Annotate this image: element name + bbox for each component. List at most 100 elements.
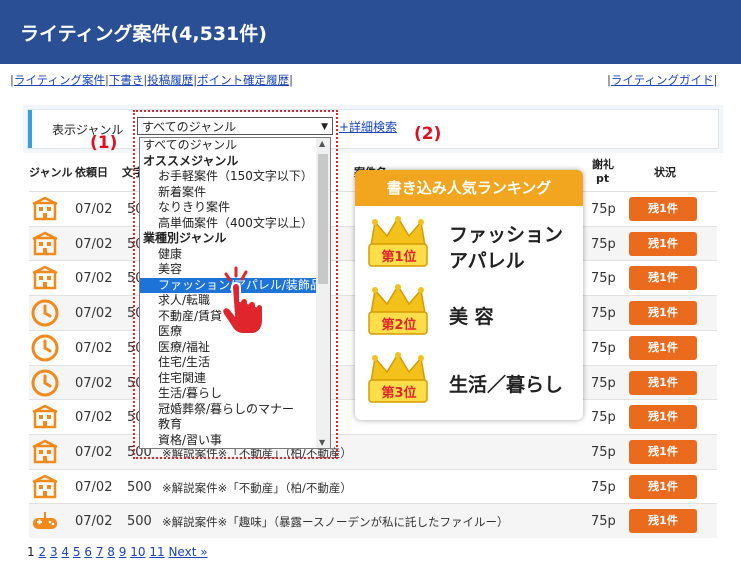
- col-genre: ジャンル: [29, 166, 73, 179]
- page-link[interactable]: 5: [73, 545, 81, 559]
- page-link[interactable]: 7: [96, 545, 104, 559]
- status-button[interactable]: 残1件: [629, 197, 697, 221]
- dropdown-option[interactable]: 住宅関連: [140, 371, 330, 387]
- row-chars: 500: [127, 514, 152, 530]
- row-title[interactable]: ※解説案件※「不動産」（柏/不動産）: [162, 480, 352, 496]
- status-button[interactable]: 残1件: [629, 266, 697, 291]
- status-button[interactable]: 残1件: [629, 474, 697, 499]
- page-link[interactable]: 3: [50, 545, 58, 559]
- dropdown-option[interactable]: 住宅/生活: [140, 355, 330, 371]
- page-link[interactable]: 6: [84, 545, 92, 559]
- page-link[interactable]: 10: [130, 545, 145, 559]
- dropdown-option[interactable]: 生活/暮らし: [140, 386, 330, 402]
- status-button[interactable]: 残1件: [629, 439, 697, 464]
- row-date: 07/02: [75, 236, 113, 252]
- dropdown-option[interactable]: 高単価案件（400文字以上）: [140, 216, 330, 232]
- row-date: 07/02: [75, 375, 113, 391]
- clock-icon: [31, 299, 59, 327]
- status-button[interactable]: 残1件: [629, 370, 697, 395]
- row-pt: 75p: [591, 236, 616, 252]
- gamepad-icon: [31, 507, 59, 535]
- clock-icon: [31, 334, 59, 362]
- dropdown-option[interactable]: 医療/福祉: [140, 340, 330, 356]
- row-pt: 75p: [591, 202, 616, 217]
- rank-genre-line1: 美 容: [449, 306, 494, 328]
- rank-genre-line2: アパレル: [449, 250, 525, 272]
- status-button[interactable]: 残1件: [629, 301, 697, 326]
- status-button[interactable]: 残1件: [629, 231, 697, 256]
- dropdown-group-label: 業種別ジャンル: [143, 231, 227, 245]
- table-row[interactable]: 07/02 500 ※解説案件※「不動産」（柏/不動産） 75p 残1件: [29, 468, 717, 504]
- page-link[interactable]: 4: [61, 545, 69, 559]
- rank-label: 第2位: [381, 318, 417, 333]
- row-pt: 75p: [591, 479, 616, 495]
- page-title: ライティング案件(4,531件): [20, 23, 267, 45]
- row-date: 07/02: [75, 340, 113, 356]
- row-date: 07/02: [75, 202, 113, 217]
- dropdown-option[interactable]: すべてのジャンル: [140, 138, 330, 154]
- row-date: 07/02: [75, 306, 113, 322]
- page-current: 1: [27, 545, 35, 559]
- nav-link-points[interactable]: ポイント確定履歴: [197, 73, 289, 87]
- nav-link-history[interactable]: 投稿履歴: [147, 73, 193, 87]
- col-pt-bottom: pt: [596, 172, 610, 185]
- table-row[interactable]: 07/02 500 ※解説案件※「趣味」（暴露ースノーデンが私に託したファイルー） 7…: [29, 503, 717, 539]
- dropdown-option[interactable]: なりきり案件: [140, 200, 330, 216]
- nav-link-guide[interactable]: ライティングガイド: [611, 73, 714, 87]
- col-pt-top: 謝礼: [592, 158, 614, 171]
- ranking-item: 第2位 美 容: [363, 282, 575, 344]
- dropdown-option[interactable]: 健康: [140, 247, 330, 263]
- row-pt: 75p: [591, 410, 616, 426]
- status-button[interactable]: 残1件: [629, 405, 697, 430]
- building-icon: [31, 403, 59, 431]
- nav-link-drafts[interactable]: 下書き: [109, 73, 144, 87]
- guide-nav: |ライティングガイド|: [607, 73, 718, 87]
- rank-label: 第1位: [381, 250, 417, 265]
- row-pt: 75p: [591, 444, 616, 460]
- page-link[interactable]: 8: [107, 545, 115, 559]
- pointing-hand-icon: [221, 266, 262, 334]
- row-date: 07/02: [75, 514, 113, 530]
- scroll-thumb[interactable]: [318, 154, 328, 284]
- ranking-item: 第1位 ファッション アパレル: [363, 214, 575, 276]
- dropdown-scrollbar[interactable]: ▲ ▼: [316, 138, 330, 448]
- building-icon: [31, 230, 59, 258]
- nav-link-writing[interactable]: ライティング案件: [14, 73, 105, 87]
- status-button[interactable]: 残1件: [629, 335, 697, 360]
- ranking-title: 書き込み人気ランキング: [355, 170, 583, 206]
- row-pt: 75p: [591, 271, 616, 287]
- dropdown-option[interactable]: 新着案件: [140, 185, 330, 201]
- building-icon: [31, 195, 59, 223]
- status-button[interactable]: 残1件: [629, 509, 697, 534]
- scroll-down-icon[interactable]: ▼: [319, 438, 325, 447]
- dropdown-option[interactable]: 冠婚葬祭/暮らしのマナー: [140, 402, 330, 418]
- ranking-item: 第3位 生活／暮らし: [363, 350, 575, 412]
- row-pt: 75p: [591, 306, 616, 322]
- row-date: 07/02: [75, 444, 113, 460]
- row-pt: 75p: [591, 514, 616, 530]
- rank-genre-line1: ファッション: [449, 224, 564, 246]
- row-date: 07/02: [75, 479, 113, 495]
- col-status: 状況: [654, 166, 676, 179]
- clock-icon: [31, 369, 59, 397]
- building-icon: [31, 473, 59, 501]
- page-link[interactable]: 11: [149, 545, 164, 559]
- page-header: ライティング案件(4,531件): [0, 0, 741, 64]
- row-pt: 75p: [591, 375, 616, 391]
- dropdown-option[interactable]: お手軽案件（150文字以下）: [140, 169, 330, 185]
- scroll-up-icon[interactable]: ▲: [319, 139, 325, 148]
- building-icon: [31, 264, 59, 292]
- page-link[interactable]: 9: [119, 545, 127, 559]
- dropdown-group-label: オススメジャンル: [143, 153, 239, 168]
- advanced-search-link[interactable]: +詳細検索: [339, 118, 397, 135]
- page-link[interactable]: 2: [38, 545, 46, 559]
- pagination: 1 2 3 4 5 6 7 8 9 10 11 Next »: [27, 545, 208, 559]
- col-date: 依頼日: [75, 166, 108, 179]
- row-date: 07/02: [75, 271, 113, 287]
- dropdown-option[interactable]: 教育: [140, 417, 330, 433]
- row-title[interactable]: ※解説案件※「趣味」（暴露ースノーデンが私に託したファイルー）: [162, 514, 508, 530]
- building-icon: [31, 438, 59, 466]
- dropdown-option[interactable]: 資格/習い事: [140, 433, 330, 449]
- row-date: 07/02: [75, 410, 113, 426]
- page-next[interactable]: Next »: [168, 545, 207, 559]
